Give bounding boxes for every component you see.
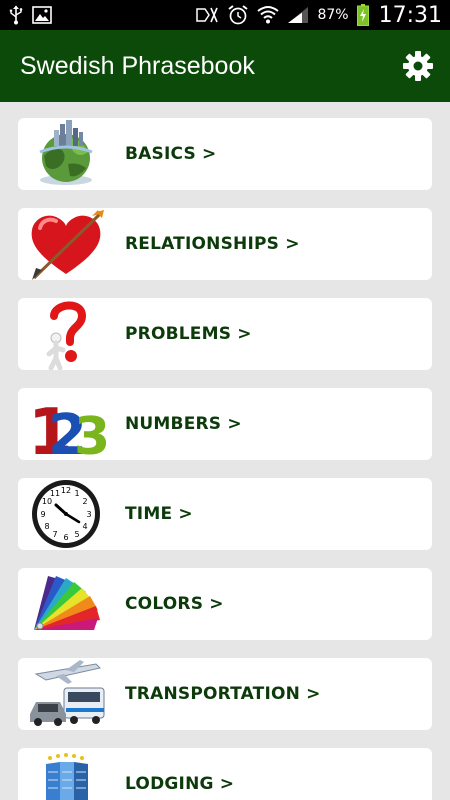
category-numbers[interactable]: 1 2 3 NUMBERS >	[18, 388, 432, 460]
clock-icon: 12 1 2 3 4 5 6 7 8 9 10 11	[18, 478, 114, 550]
image-icon	[32, 6, 52, 24]
category-label: TIME >	[125, 504, 193, 524]
globe-icon	[18, 118, 114, 190]
svg-text:5: 5	[74, 530, 79, 539]
clock-time: 17:31	[378, 2, 442, 28]
vehicles-icon	[18, 658, 114, 730]
svg-text:3: 3	[74, 407, 106, 460]
category-relationships[interactable]: RELATIONSHIPS >	[18, 208, 432, 280]
svg-text:4: 4	[82, 522, 87, 531]
battery-charging-icon	[356, 4, 369, 26]
category-label: NUMBERS >	[125, 414, 242, 434]
svg-text:7: 7	[52, 530, 57, 539]
category-problems[interactable]: PROBLEMS >	[18, 298, 432, 370]
category-label: TRANSPORTATION >	[125, 684, 321, 704]
svg-text:10: 10	[42, 497, 52, 506]
svg-text:3: 3	[86, 510, 91, 519]
category-time[interactable]: 12 1 2 3 4 5 6 7 8 9 10 11 TIME >	[18, 478, 432, 550]
status-bar-left	[8, 5, 52, 25]
status-bar-right: 87% 17:31	[195, 3, 442, 28]
signal-strength-icon	[287, 6, 309, 24]
app-bar: Swedish Phrasebook	[0, 30, 450, 102]
wifi-icon	[257, 5, 280, 25]
svg-text:11: 11	[50, 489, 60, 498]
svg-text:8: 8	[44, 522, 49, 531]
category-label: BASICS >	[125, 144, 217, 164]
app-title: Swedish Phrasebook	[20, 51, 255, 80]
svg-text:2: 2	[82, 497, 87, 506]
svg-text:9: 9	[40, 510, 45, 519]
mute-icon	[195, 6, 219, 24]
gear-icon	[403, 51, 433, 81]
category-label: RELATIONSHIPS >	[125, 234, 300, 254]
numbers-icon: 1 2 3	[18, 388, 114, 460]
category-label: COLORS >	[125, 594, 224, 614]
svg-text:12: 12	[61, 486, 71, 495]
battery-percent: 87%	[317, 7, 349, 23]
svg-text:6: 6	[63, 533, 68, 542]
settings-button[interactable]	[398, 46, 438, 86]
category-label: PROBLEMS >	[125, 324, 252, 344]
color-palette-icon	[18, 568, 114, 640]
hotel-icon	[18, 748, 114, 800]
heart-icon	[18, 208, 114, 280]
category-basics[interactable]: BASICS >	[18, 118, 432, 190]
category-label: LODGING >	[125, 774, 235, 794]
question-mark-icon	[18, 298, 114, 370]
usb-icon	[8, 5, 24, 25]
svg-text:1: 1	[74, 489, 79, 498]
category-lodging[interactable]: LODGING >	[18, 748, 432, 800]
category-colors[interactable]: COLORS >	[18, 568, 432, 640]
status-bar: 87% 17:31	[0, 0, 450, 30]
alarm-clock-icon	[227, 4, 249, 26]
category-list: BASICS > RELATIONSHIPS > PROBLEMS > 1 2 …	[0, 102, 450, 800]
category-transportation[interactable]: TRANSPORTATION >	[18, 658, 432, 730]
